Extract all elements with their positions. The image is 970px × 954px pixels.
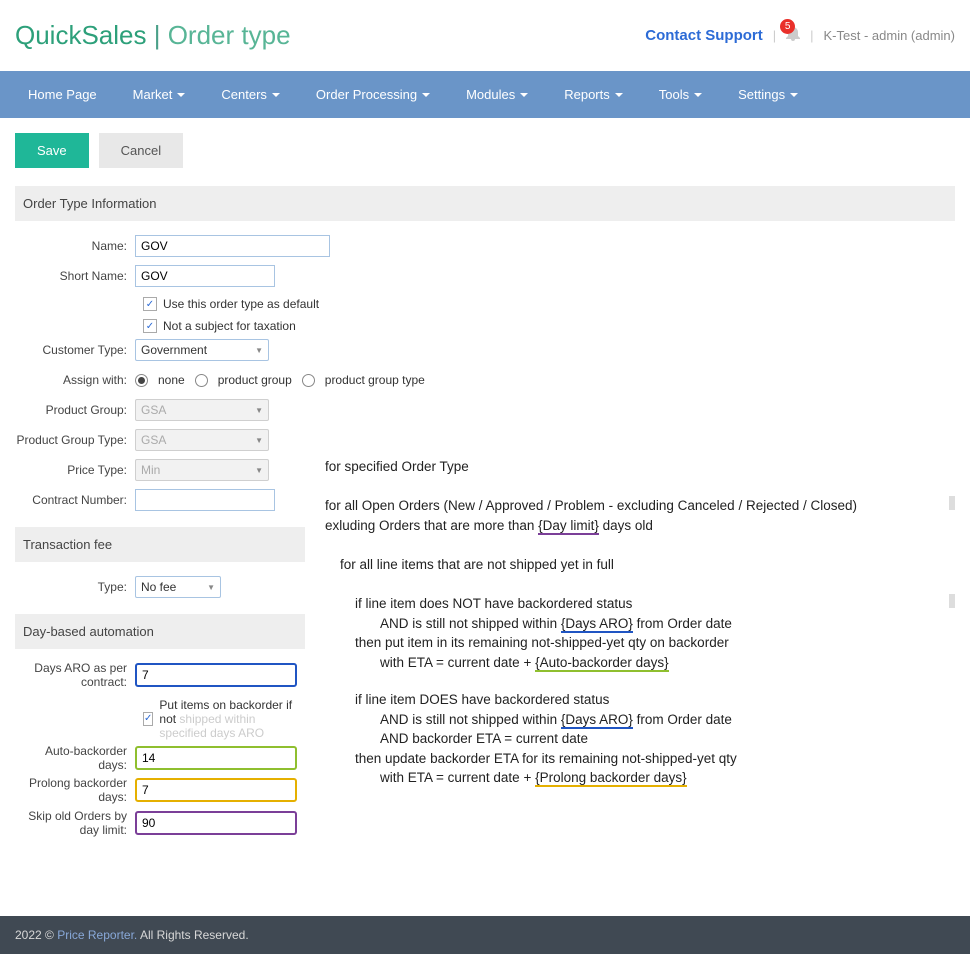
- chevron-down-icon: ▼: [255, 466, 263, 475]
- tax-checkbox-label: Not a subject for taxation: [163, 319, 296, 333]
- product-group-select: GSA▼: [135, 399, 269, 421]
- assign-with-label: Assign with:: [15, 373, 135, 387]
- days-aro-input[interactable]: [135, 663, 297, 687]
- footer-link[interactable]: Price Reporter.: [57, 928, 137, 942]
- auto-backorder-label: Auto-backorder days:: [15, 744, 135, 772]
- notifications-button[interactable]: 5: [786, 25, 800, 46]
- navbar: Home PageMarketCentersOrder ProcessingMo…: [0, 71, 970, 118]
- nav-centers[interactable]: Centers: [203, 71, 298, 118]
- chevron-down-icon: [694, 93, 702, 97]
- nav-home-page[interactable]: Home Page: [10, 71, 115, 118]
- nav-market[interactable]: Market: [115, 71, 204, 118]
- short-name-label: Short Name:: [15, 269, 135, 283]
- price-type-label: Price Type:: [15, 463, 135, 477]
- fee-type-select[interactable]: No fee▼: [135, 576, 221, 598]
- section-transaction-fee: Transaction fee: [15, 527, 305, 562]
- rules-panel: for specified Order Type for all Open Or…: [325, 457, 955, 788]
- default-checkbox-label: Use this order type as default: [163, 297, 319, 311]
- scrollbar-thumb[interactable]: [949, 496, 955, 510]
- chevron-down-icon: [520, 93, 528, 97]
- backorder-checkbox-label: Put items on backorder if not shipped wi…: [159, 698, 305, 740]
- product-group-type-select: GSA▼: [135, 429, 269, 451]
- skip-label: Skip old Orders by day limit:: [15, 809, 135, 838]
- nav-settings[interactable]: Settings: [720, 71, 816, 118]
- assign-none-radio[interactable]: [135, 374, 148, 387]
- assign-pgt-label: product group type: [325, 373, 425, 387]
- contract-number-label: Contract Number:: [15, 493, 135, 507]
- name-input[interactable]: [135, 235, 330, 257]
- customer-type-select[interactable]: Government▼: [135, 339, 269, 361]
- chevron-down-icon: [272, 93, 280, 97]
- prolong-label: Prolong backorder days:: [15, 776, 135, 805]
- save-button[interactable]: Save: [15, 133, 89, 168]
- assign-pg-radio[interactable]: [195, 374, 208, 387]
- section-order-type-info: Order Type Information: [15, 186, 955, 221]
- chevron-down-icon: [422, 93, 430, 97]
- cancel-button[interactable]: Cancel: [99, 133, 183, 168]
- footer: 2022 © Price Reporter. All Rights Reserv…: [0, 916, 970, 954]
- chevron-down-icon: [615, 93, 623, 97]
- chevron-down-icon: [177, 93, 185, 97]
- price-type-select: Min▼: [135, 459, 269, 481]
- chevron-down-icon: ▼: [255, 406, 263, 415]
- contact-support-link[interactable]: Contact Support: [645, 27, 763, 44]
- nav-order-processing[interactable]: Order Processing: [298, 71, 448, 118]
- divider: |: [773, 28, 776, 43]
- auto-backorder-input[interactable]: [135, 746, 297, 770]
- chevron-down-icon: ▼: [255, 346, 263, 355]
- contract-number-input[interactable]: [135, 489, 275, 511]
- backorder-checkbox[interactable]: ✓: [143, 712, 153, 726]
- nav-tools[interactable]: Tools: [641, 71, 720, 118]
- tax-checkbox[interactable]: ✓: [143, 319, 157, 333]
- product-group-type-label: Product Group Type:: [15, 433, 135, 447]
- scrollbar-thumb[interactable]: [949, 594, 955, 608]
- skip-input[interactable]: [135, 811, 297, 835]
- default-checkbox[interactable]: ✓: [143, 297, 157, 311]
- divider: |: [810, 28, 813, 43]
- days-aro-label: Days ARO as per contract:: [15, 661, 135, 690]
- nav-modules[interactable]: Modules: [448, 71, 546, 118]
- product-group-label: Product Group:: [15, 403, 135, 417]
- short-name-input[interactable]: [135, 265, 275, 287]
- chevron-down-icon: ▼: [207, 583, 215, 592]
- fee-type-label: Type:: [15, 580, 135, 594]
- assign-pgt-radio[interactable]: [302, 374, 315, 387]
- customer-type-label: Customer Type:: [15, 343, 135, 357]
- prolong-input[interactable]: [135, 778, 297, 802]
- section-day-automation: Day-based automation: [15, 614, 305, 649]
- chevron-down-icon: [790, 93, 798, 97]
- chevron-down-icon: ▼: [255, 436, 263, 445]
- name-label: Name:: [15, 239, 135, 253]
- nav-reports[interactable]: Reports: [546, 71, 641, 118]
- assign-none-label: none: [158, 373, 185, 387]
- page-title: QuickSales | Order type: [15, 20, 291, 51]
- user-label[interactable]: K-Test - admin (admin): [824, 28, 955, 43]
- assign-pg-label: product group: [218, 373, 292, 387]
